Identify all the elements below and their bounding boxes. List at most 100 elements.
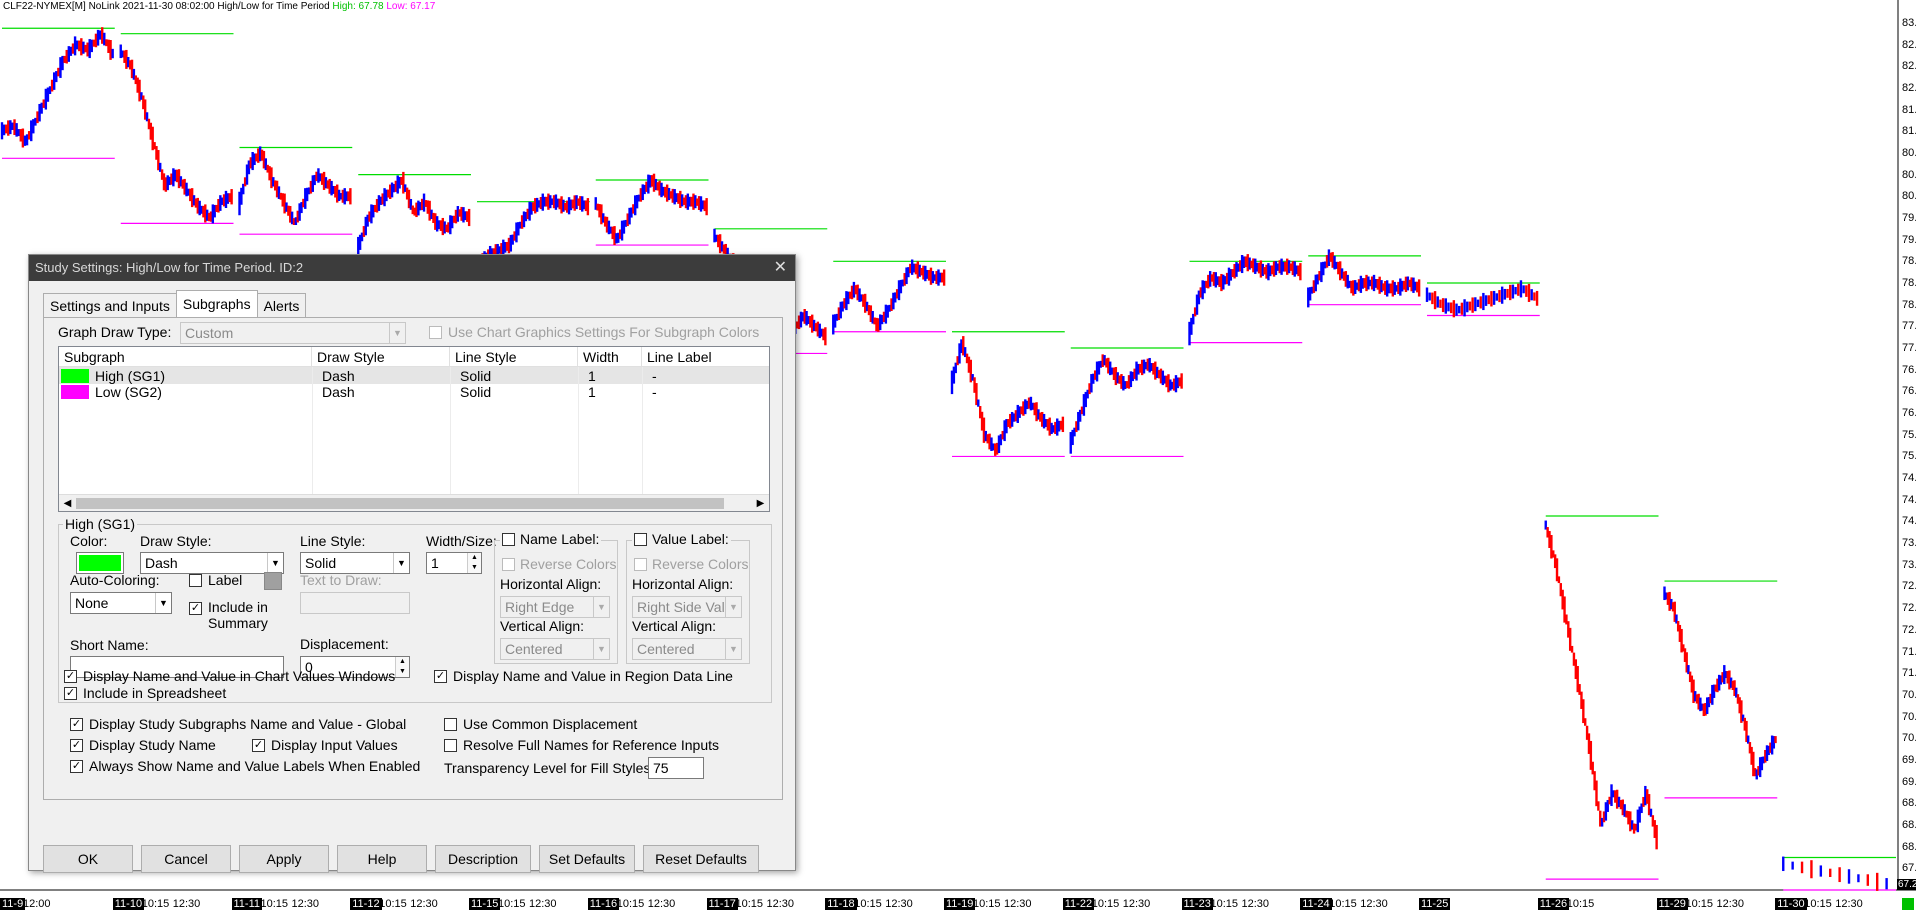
time-tick-label: 10:15	[1685, 898, 1714, 910]
draw-style-select[interactable]: Dash ▼	[140, 552, 284, 574]
width-cell[interactable]: 1	[583, 368, 596, 384]
value-label-checkbox[interactable]	[634, 533, 647, 546]
price-tick-label: 76.80	[1902, 363, 1916, 376]
date-tick-label: 11-19	[944, 898, 976, 910]
include-summary-checkbox[interactable]: ✓	[189, 602, 202, 615]
display-global-label: Display Study Subgraphs Name and Value -…	[89, 716, 407, 732]
price-tick-label: 82.80	[1902, 38, 1916, 51]
horizontal-scrollbar[interactable]: ◀ ▶	[59, 494, 769, 511]
apply-button[interactable]: Apply	[239, 845, 329, 873]
tab-settings-and-inputs[interactable]: Settings and Inputs	[43, 293, 177, 317]
subgraph-name-cell[interactable]: Low (SG2)	[90, 384, 162, 400]
tab-alerts[interactable]: Alerts	[256, 293, 307, 317]
transparency-input[interactable]: 75	[648, 757, 704, 779]
line-style-cell[interactable]: Solid	[455, 368, 491, 384]
scroll-left-icon[interactable]: ◀	[59, 495, 76, 511]
line-style-label: Line Style:	[300, 533, 366, 549]
include-spreadsheet-checkbox[interactable]: ✓	[64, 687, 77, 700]
cancel-button[interactable]: Cancel	[141, 845, 231, 873]
time-tick-label: 10:15	[735, 898, 764, 910]
price-tick-label: 72.00	[1902, 623, 1916, 636]
line-label-cell[interactable]: -	[647, 384, 657, 400]
text-to-draw-input[interactable]	[300, 592, 410, 614]
chevron-down-icon: ▼	[593, 597, 609, 617]
line-style-select[interactable]: Solid ▼	[300, 552, 410, 574]
value-vertical-align-select[interactable]: Centered ▼	[632, 638, 742, 660]
description-button[interactable]: Description	[435, 845, 531, 873]
name-label-checkbox[interactable]	[502, 533, 515, 546]
col-subgraph[interactable]: Subgraph	[59, 347, 312, 367]
display-chart-values-checkbox[interactable]: ✓	[64, 670, 77, 683]
display-input-values-checkbox[interactable]: ✓	[252, 739, 265, 752]
price-tick-label: 72.40	[1902, 602, 1916, 615]
set-defaults-button[interactable]: Set Defaults	[539, 845, 635, 873]
date-tick-label: 11-29	[1656, 898, 1688, 910]
date-tick-label: 11-17	[706, 898, 738, 910]
width-size-label: Width/Size:	[426, 533, 497, 549]
time-tick-label: 12:30	[1360, 898, 1388, 910]
time-tick-label: 10:15	[973, 898, 1001, 910]
dialog-titlebar[interactable]: Study Settings: High/Low for Time Period…	[29, 255, 795, 281]
price-tick-label: 82.00	[1902, 81, 1916, 94]
width-size-stepper[interactable]: 1 ▲ ▼	[426, 552, 482, 574]
subgraphs-table[interactable]: Subgraph Draw Style Line Style Width Lin…	[58, 346, 770, 512]
name-reverse-colors-checkbox[interactable]	[502, 558, 515, 571]
price-tick-label: 77.60	[1902, 320, 1916, 333]
always-show-labels-checkbox[interactable]: ✓	[70, 760, 83, 773]
subgraph-name-cell[interactable]: High (SG1)	[90, 368, 165, 384]
display-global-checkbox[interactable]: ✓	[70, 718, 83, 731]
table-row-selected[interactable]	[59, 367, 769, 384]
col-draw-style[interactable]: Draw Style	[312, 347, 450, 367]
display-study-name-label: Display Study Name	[89, 737, 216, 753]
scroll-right-icon[interactable]: ▶	[752, 495, 769, 511]
time-tick-label: 10:15	[1804, 898, 1832, 910]
use-chart-graphics-checkbox[interactable]	[429, 326, 442, 339]
scrollbar-thumb[interactable]	[76, 498, 724, 509]
corner-indicator[interactable]	[1902, 898, 1914, 910]
price-tick-label: 81.20	[1902, 125, 1916, 138]
chevron-down-icon: ▼	[155, 593, 171, 613]
graph-draw-type-label: Graph Draw Type:	[58, 324, 172, 340]
close-icon[interactable]: ✕	[774, 255, 787, 281]
name-vertical-align-value: Centered	[505, 641, 563, 657]
line-style-cell[interactable]: Solid	[455, 384, 491, 400]
name-vertical-align-select[interactable]: Centered ▼	[500, 638, 610, 660]
tab-subgraphs[interactable]: Subgraphs	[175, 290, 258, 317]
use-common-displacement-checkbox[interactable]	[444, 718, 457, 731]
time-tick-label: 12:30	[410, 898, 438, 910]
time-tick-label: 12:30	[1004, 898, 1032, 910]
label-checkbox[interactable]	[189, 574, 202, 587]
line-label-cell[interactable]: -	[647, 368, 657, 384]
ok-button[interactable]: OK	[43, 845, 133, 873]
graph-draw-type-select[interactable]: Custom ▼	[180, 322, 406, 344]
name-horizontal-align-select[interactable]: Right Edge ▼	[500, 596, 610, 618]
help-button[interactable]: Help	[337, 845, 427, 873]
spin-arrows-icon[interactable]: ▲ ▼	[395, 657, 409, 677]
label-color-button[interactable]	[264, 572, 282, 590]
col-divider	[642, 367, 643, 497]
time-tick-label: 10:15	[141, 898, 170, 910]
draw-style-cell[interactable]: Dash	[317, 384, 355, 400]
spin-arrows-icon[interactable]: ▲ ▼	[467, 553, 481, 573]
auto-coloring-select[interactable]: None ▼	[70, 592, 172, 614]
value-reverse-colors-checkbox[interactable]	[634, 558, 647, 571]
draw-style-cell[interactable]: Dash	[317, 368, 355, 384]
price-tick-label: 70.00	[1902, 732, 1916, 745]
date-tick-label: 11-10	[112, 898, 145, 910]
resolve-full-names-checkbox[interactable]	[444, 739, 457, 752]
col-line-style[interactable]: Line Style	[450, 347, 578, 367]
color-swatch-button[interactable]	[76, 552, 124, 574]
col-line-label[interactable]: Line Label	[642, 347, 769, 367]
col-width[interactable]: Width	[578, 347, 642, 367]
display-input-values-label: Display Input Values	[271, 737, 398, 753]
reset-defaults-button[interactable]: Reset Defaults	[643, 845, 759, 873]
width-cell[interactable]: 1	[583, 384, 596, 400]
price-tick-label: 76.00	[1902, 407, 1916, 420]
date-tick-label: 11-30	[1775, 898, 1807, 910]
date-tick-label: 11-15	[469, 898, 501, 910]
date-tick-label: 11-12	[350, 898, 382, 910]
display-study-name-checkbox[interactable]: ✓	[70, 739, 83, 752]
time-tick-label: 12:30	[885, 898, 913, 910]
value-horizontal-align-select[interactable]: Right Side Valu ▼	[632, 596, 742, 618]
display-region-data-checkbox[interactable]: ✓	[434, 670, 447, 683]
